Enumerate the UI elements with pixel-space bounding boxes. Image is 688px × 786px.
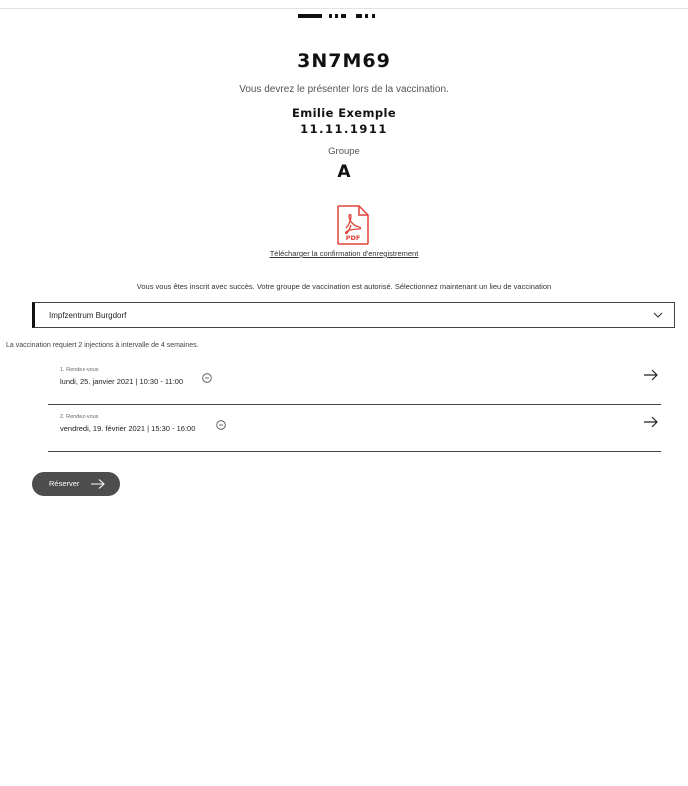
arrow-right-icon[interactable]: [643, 368, 659, 382]
appointment-row-1[interactable]: 1. Rendez-vous lundi, 25. janvier 2021 |…: [48, 357, 661, 405]
arrow-right-icon: [91, 479, 105, 489]
appointment-label: 2. Rendez-vous: [60, 414, 99, 420]
download-confirmation-link[interactable]: Télécharger la confirmation d'enregistre…: [0, 249, 688, 258]
arrow-right-icon[interactable]: [643, 415, 659, 429]
appointment-datetime: vendredi, 19. février 2021 | 15:30 - 16:…: [60, 424, 196, 433]
group-value: A: [337, 162, 351, 182]
location-select-value: Impfzentrum Burgdorf: [49, 311, 127, 320]
person-name: Emilie Exemple: [291, 106, 397, 120]
location-select[interactable]: Impfzentrum Burgdorf: [32, 302, 675, 328]
booking-code: 3N7M69: [297, 50, 391, 72]
appointment-datetime: lundi, 25. janvier 2021 | 10:30 - 11:00: [60, 377, 184, 386]
reserve-button-label: Réserver: [49, 479, 80, 488]
present-note: Vous devrez le présenter lors de la vacc…: [239, 84, 449, 95]
minus-circle-icon[interactable]: [216, 420, 226, 430]
top-divider: [0, 8, 688, 9]
pdf-icon-text: PDF: [346, 234, 361, 242]
success-message: Vous vous êtes inscrit avec succès. Votr…: [136, 282, 552, 291]
birthdate: 11.11.1911: [300, 122, 388, 136]
minus-circle-icon[interactable]: [202, 373, 212, 383]
pdf-icon[interactable]: PDF: [337, 205, 369, 245]
chevron-down-icon: [653, 312, 663, 318]
injections-note: La vaccination requiert 2 injections à i…: [6, 342, 199, 349]
reserve-button[interactable]: Réserver: [32, 472, 120, 496]
appointment-row-2[interactable]: 2. Rendez-vous vendredi, 19. février 202…: [48, 404, 661, 452]
group-label: Groupe: [328, 146, 360, 157]
appointment-label: 1. Rendez-vous: [60, 367, 99, 373]
